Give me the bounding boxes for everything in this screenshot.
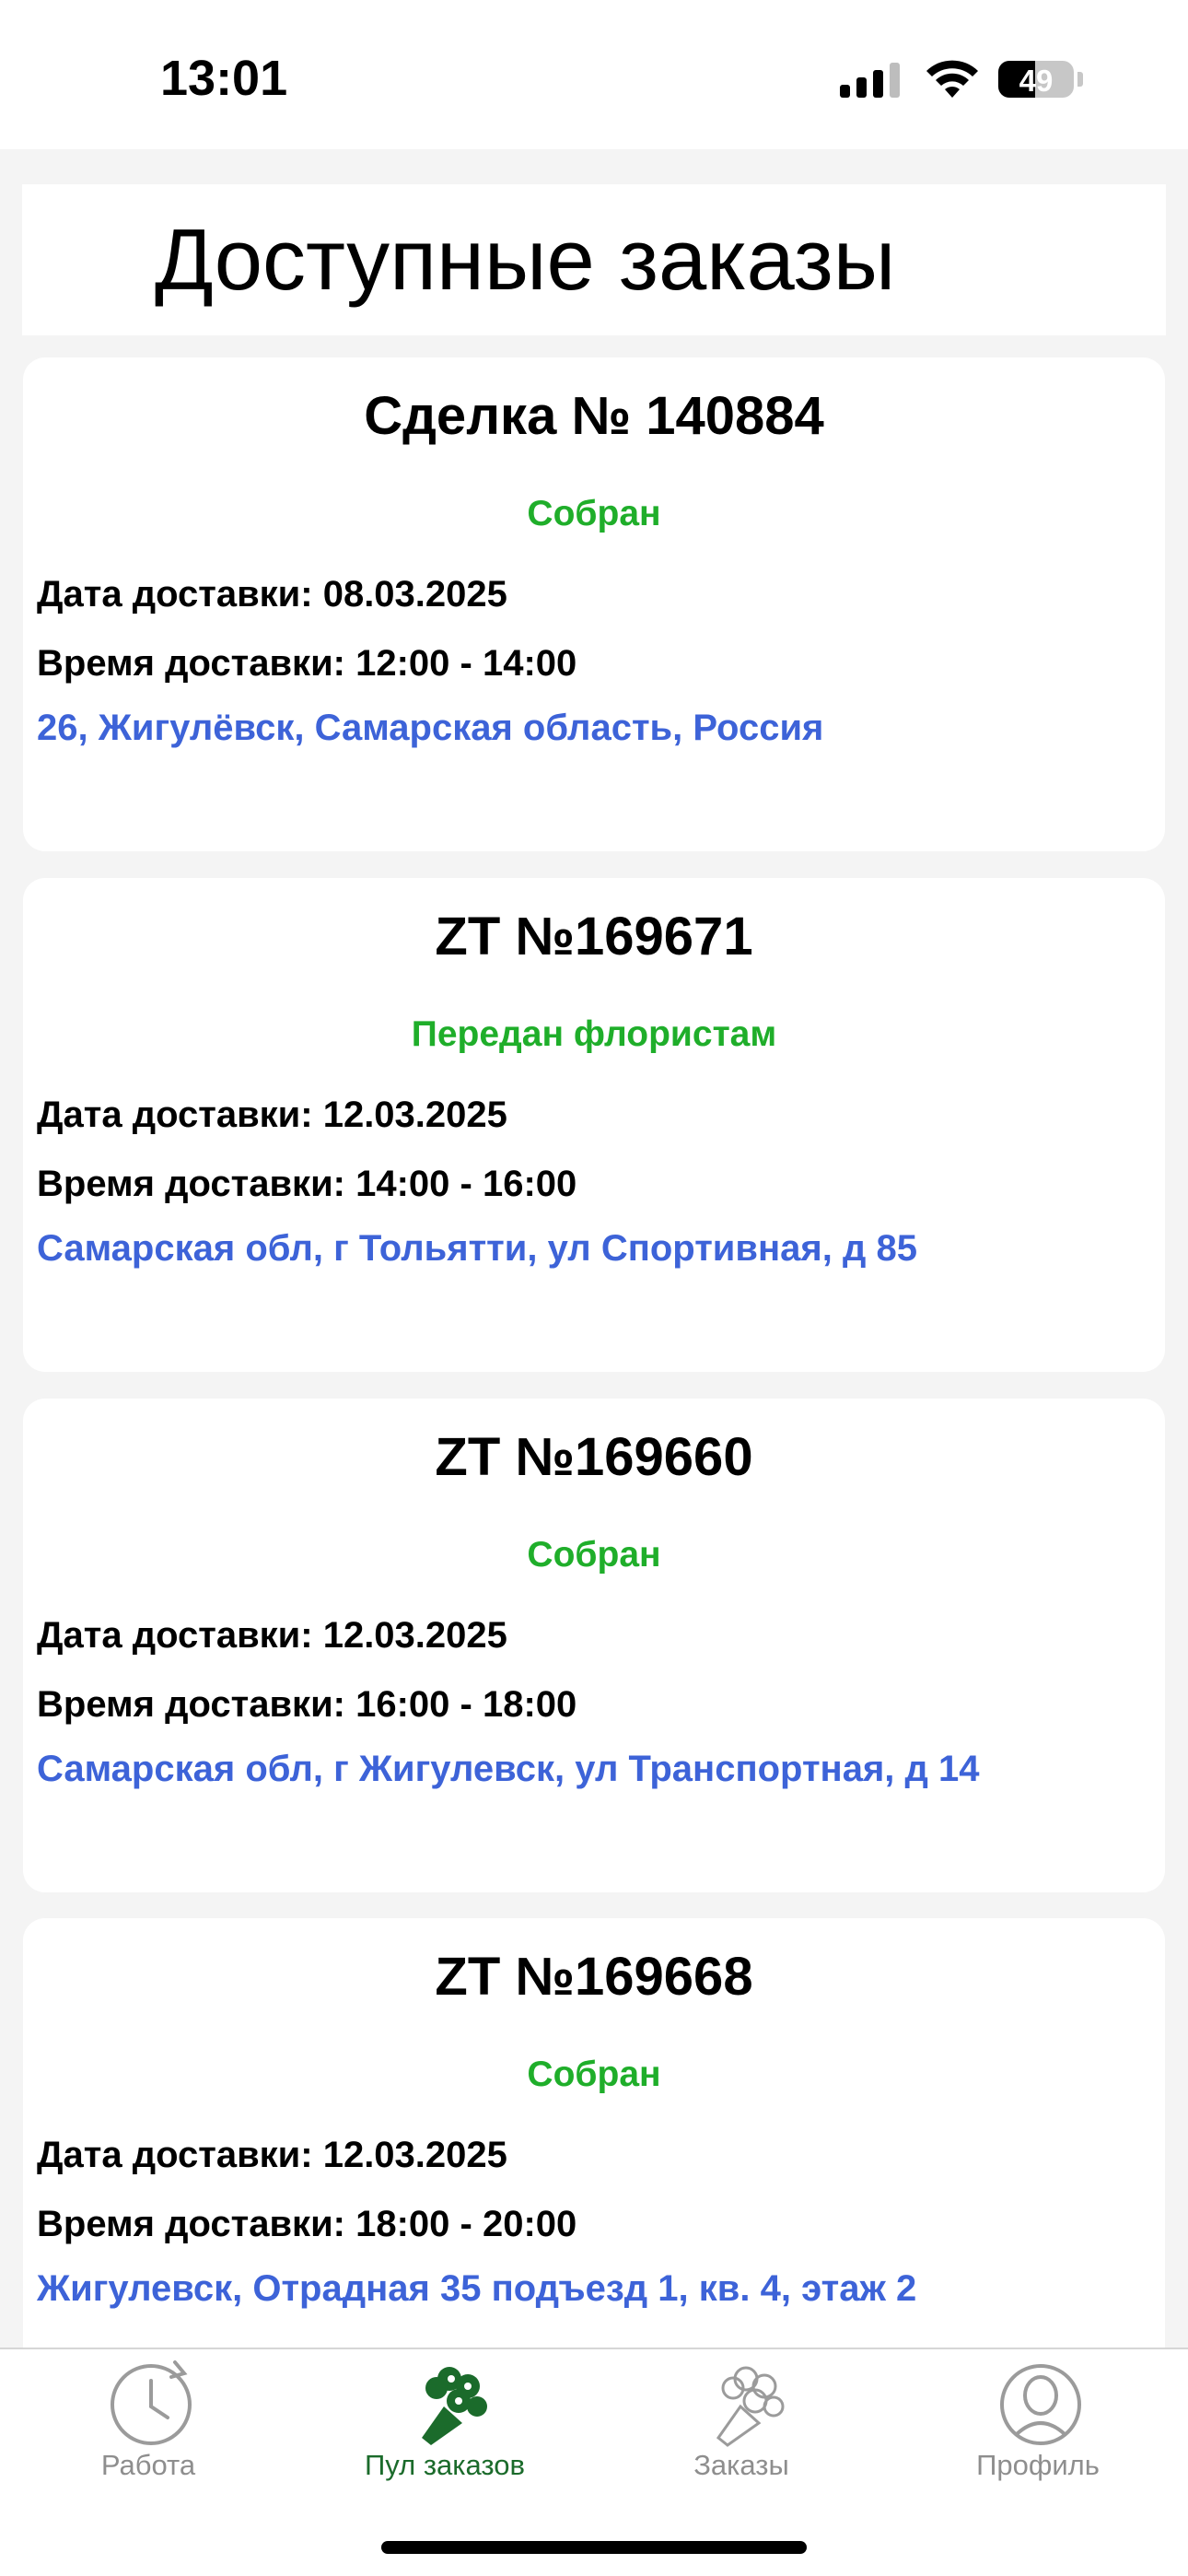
order-card[interactable]: ZT №169660 Собран Дата доставки: 12.03.2…	[23, 1399, 1165, 1892]
battery-icon: 49	[998, 61, 1074, 98]
order-status: Собран	[527, 1535, 661, 1575]
status-time: 13:01	[160, 51, 288, 106]
order-status: Собран	[527, 2055, 661, 2094]
delivery-date: Дата доставки: 12.03.2025	[37, 1095, 507, 1135]
order-title: Сделка № 140884	[364, 386, 824, 446]
delivery-time: Время доставки: 16:00 - 18:00	[37, 1684, 577, 1725]
order-title: ZT №169660	[435, 1427, 753, 1487]
clock-history-icon	[111, 2360, 192, 2445]
battery-nub	[1077, 72, 1083, 87]
home-indicator[interactable]	[381, 2541, 807, 2554]
tab-label: Заказы	[693, 2449, 789, 2481]
tab-work[interactable]: Работа	[0, 2349, 297, 2488]
order-title: ZT №169668	[435, 1947, 753, 2007]
delivery-date: Дата доставки: 12.03.2025	[37, 1615, 507, 1656]
delivery-date: Дата доставки: 12.03.2025	[37, 2135, 507, 2175]
delivery-date: Дата доставки: 08.03.2025	[37, 574, 507, 615]
page-title: Доступные заказы	[155, 211, 896, 308]
tab-label: Профиль	[976, 2449, 1100, 2481]
delivery-address[interactable]: Самарская обл, г Жигулевск, ул Транспорт…	[37, 1749, 980, 1790]
bouquet-outline-icon	[716, 2366, 785, 2447]
delivery-address[interactable]: Жигулевск, Отрадная 35 подъезд 1, кв. 4,…	[37, 2268, 916, 2310]
tab-order-pool[interactable]: Пул заказов	[297, 2349, 593, 2488]
tab-label: Работа	[100, 2449, 196, 2481]
battery-percent: 49	[1019, 64, 1054, 98]
wifi-icon	[926, 60, 978, 98]
order-title: ZT №169671	[435, 907, 753, 966]
order-status: Передан флористам	[411, 1014, 777, 1054]
delivery-time: Время доставки: 18:00 - 20:00	[37, 2204, 577, 2244]
bouquet-icon	[422, 2367, 487, 2445]
delivery-address[interactable]: Самарская обл, г Тольятти, ул Спортивная…	[37, 1228, 917, 1270]
delivery-time: Время доставки: 12:00 - 14:00	[37, 643, 577, 684]
order-card[interactable]: ZT №169668 Собран Дата доставки: 12.03.2…	[23, 1918, 1165, 2348]
order-status: Собран	[527, 494, 661, 533]
person-icon	[1000, 2364, 1081, 2445]
tab-orders[interactable]: Заказы	[593, 2349, 890, 2488]
status-bar: 13:01 49	[0, 0, 1188, 149]
delivery-time: Время доставки: 14:00 - 16:00	[37, 1164, 577, 1204]
tab-label: Пул заказов	[365, 2449, 525, 2481]
status-icons: 49	[840, 57, 1089, 103]
delivery-address[interactable]: 26, Жигулёвск, Самарская область, Россия	[37, 708, 823, 749]
page-header: Доступные заказы	[22, 184, 1166, 335]
order-card[interactable]: Сделка № 140884 Собран Дата доставки: 08…	[23, 357, 1165, 851]
cellular-signal-icon	[840, 57, 904, 103]
tab-profile[interactable]: Профиль	[890, 2349, 1186, 2488]
order-card[interactable]: ZT №169671 Передан флористам Дата достав…	[23, 878, 1165, 1372]
